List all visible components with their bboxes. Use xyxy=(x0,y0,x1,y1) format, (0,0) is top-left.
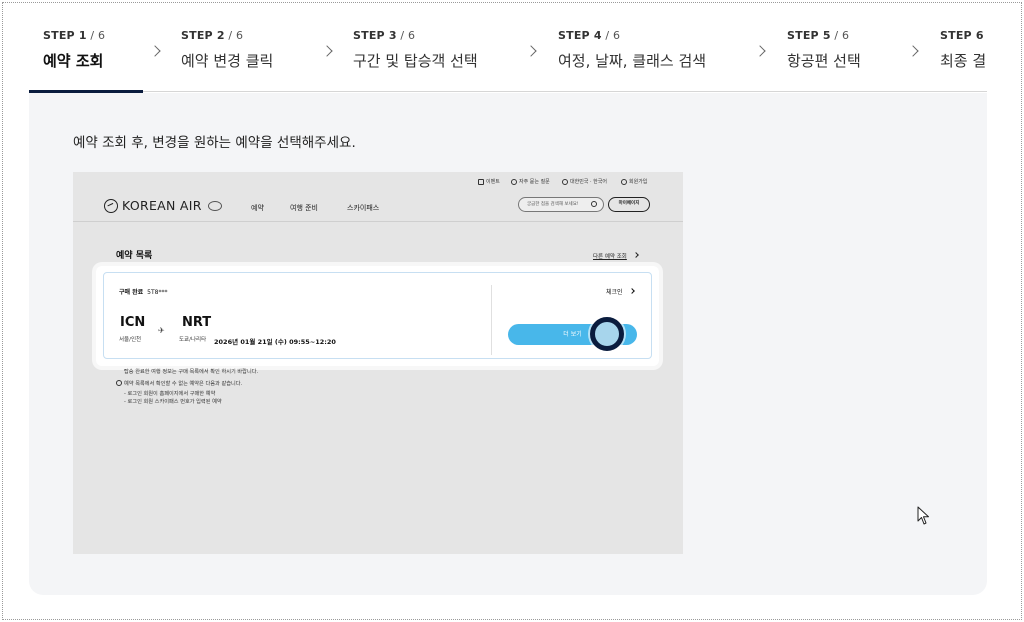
search-icon xyxy=(591,201,597,207)
guide-screenshot: 이벤트 자주 묻는 질문 대한민국 · 한국어 회원가입 KOREAN AIR … xyxy=(73,172,683,554)
flag-icon xyxy=(562,178,568,185)
chevron-right-icon xyxy=(907,45,919,57)
tab-step-4[interactable]: STEP 4 / 6 여정, 날짜, 클래스 검색 xyxy=(558,29,706,71)
user-icon xyxy=(621,178,627,185)
step-total: / 6 xyxy=(86,29,106,42)
step-total: / 6 xyxy=(601,29,621,42)
step-number: STEP 5 xyxy=(787,29,831,42)
tab-step-1[interactable]: STEP 1 / 6 예약 조회 xyxy=(43,29,105,71)
other-reservation-link: 다른 예약 조회 xyxy=(593,254,627,260)
step-title: 예약 조회 xyxy=(43,52,104,70)
chevron-right-icon xyxy=(321,45,333,57)
step-number: STEP 3 xyxy=(353,29,397,42)
site-header: 이벤트 자주 묻는 질문 대한민국 · 한국어 회원가입 KOREAN AIR … xyxy=(73,172,683,222)
chevron-right-icon xyxy=(525,45,537,57)
mypage-button: 마이페이지 xyxy=(608,197,650,212)
card-divider xyxy=(491,285,492,355)
step-title: 항공편 선택 xyxy=(787,52,861,70)
korean-air-logo: KOREAN AIR xyxy=(104,198,222,213)
origin-city: 서울/인천 xyxy=(119,337,142,343)
calendar-icon xyxy=(478,178,484,185)
step-total: / 6 xyxy=(224,29,244,42)
note-item: 탑승 완료한 여행 정보는 구매 목록에서 확인 하시기 바랍니다. xyxy=(124,369,259,375)
taeguk-icon xyxy=(104,198,118,213)
step-number: STEP 2 xyxy=(181,29,225,42)
step-number: STEP 6 xyxy=(940,29,984,42)
plane-icon: ✈ xyxy=(158,326,165,335)
reservation-card xyxy=(96,266,659,366)
mouse-cursor-icon xyxy=(917,506,929,525)
content-panel: 예약 조회 후, 변경을 원하는 예약을 선택해주세요. 이벤트 자주 묻는 질… xyxy=(29,93,987,595)
logo-text: KOREAN AIR xyxy=(122,198,202,213)
question-icon xyxy=(511,178,517,185)
checkin-link: 체크인 xyxy=(606,289,623,296)
search-input: 궁금한 점을 검색해 보세요! xyxy=(518,197,604,212)
step-title: 예약 변경 클릭 xyxy=(181,52,274,70)
skyteam-icon xyxy=(207,200,222,211)
note-item: - 로그인 회원이 홈페이지에서 구매한 예약 xyxy=(124,391,216,397)
tab-step-6[interactable]: STEP 6 / 6 최종 결 xyxy=(940,29,987,71)
info-icon xyxy=(116,380,122,386)
step-number: STEP 1 xyxy=(43,29,87,42)
step-total: / 6 xyxy=(984,29,987,42)
origin-code: ICN xyxy=(120,315,146,330)
step-title: 최종 결 xyxy=(940,52,987,70)
page-frame: STEP 1 / 6 예약 조회 STEP 2 / 6 예약 변경 클릭 STE… xyxy=(2,2,1022,620)
step-tabs: STEP 1 / 6 예약 조회 STEP 2 / 6 예약 변경 클릭 STE… xyxy=(3,3,987,93)
gnb-item-travel-prep: 여행 준비 xyxy=(290,204,318,212)
tab-step-3[interactable]: STEP 3 / 6 구간 및 탑승객 선택 xyxy=(353,29,478,71)
util-link-signup: 회원가입 xyxy=(621,178,647,185)
chevron-right-icon xyxy=(633,252,639,258)
chevron-right-icon xyxy=(754,45,766,57)
booking-ref: 5T8*** xyxy=(147,289,168,296)
status-label: 구매 완료 xyxy=(119,289,144,296)
chevron-right-icon xyxy=(149,45,161,57)
destination-code: NRT xyxy=(182,315,212,330)
step-title: 여정, 날짜, 클래스 검색 xyxy=(558,52,707,70)
tap-indicator-icon xyxy=(590,317,624,351)
tab-step-5[interactable]: STEP 5 / 6 항공편 선택 xyxy=(787,29,861,71)
step-title: 구간 및 탑승객 선택 xyxy=(353,52,478,70)
instruction-text: 예약 조회 후, 변경을 원하는 예약을 선택해주세요. xyxy=(73,135,356,151)
step-total: / 6 xyxy=(396,29,416,42)
util-link-event: 이벤트 xyxy=(478,178,500,185)
util-link-faq: 자주 묻는 질문 xyxy=(511,178,550,185)
note-item: - 로그인 회원 스카이패스 번호가 입력된 예약 xyxy=(124,399,222,405)
note-item: 예약 목록에서 확인할 수 없는 예약은 다음과 같습니다. xyxy=(116,380,242,387)
gnb-item-skypass: 스카이패스 xyxy=(347,204,380,212)
booking-status: 구매 완료 5T8*** xyxy=(119,287,167,296)
tabs-divider xyxy=(29,91,987,92)
flight-date: 2026년 01월 21일 (수) 09:55~12:20 xyxy=(214,338,336,346)
gnb-item-booking: 예약 xyxy=(251,204,264,212)
step-total: / 6 xyxy=(830,29,850,42)
reservation-list-title: 예약 목록 xyxy=(116,251,153,261)
util-link-language: 대한민국 · 한국어 xyxy=(562,178,607,185)
destination-city: 도쿄/나리타 xyxy=(179,337,207,343)
tab-step-2[interactable]: STEP 2 / 6 예약 변경 클릭 xyxy=(181,29,273,71)
step-number: STEP 4 xyxy=(558,29,602,42)
